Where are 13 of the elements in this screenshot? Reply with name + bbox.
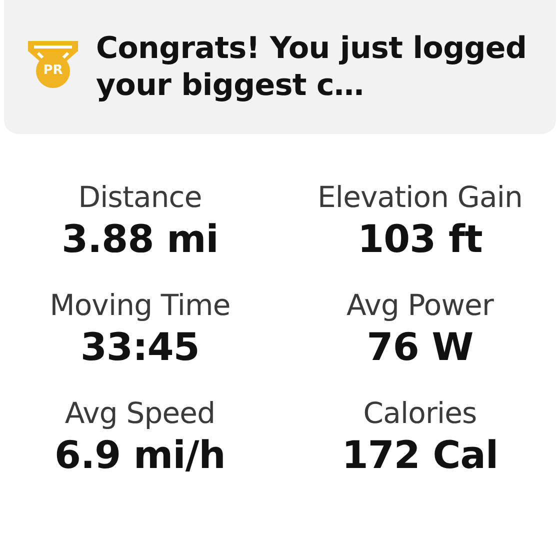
stat-value: 172 Cal xyxy=(340,432,500,480)
stat-label: Distance xyxy=(77,180,203,215)
stat-value: 33:45 xyxy=(80,324,200,371)
stat-label: Elevation Gain xyxy=(316,180,524,215)
stat-value: 103 ft xyxy=(356,216,484,263)
stat-value: 76 W xyxy=(366,324,474,371)
stat-label: Avg Speed xyxy=(64,396,216,432)
stat-label: Moving Time xyxy=(48,288,232,323)
stat-value: 6.9 mi/h xyxy=(54,432,226,480)
stat-label: Avg Power xyxy=(345,288,495,323)
stat-value: 3.88 mi xyxy=(60,216,220,263)
congrats-message: Congrats! You just logged your biggest c… xyxy=(96,30,528,104)
stat-label: Calories xyxy=(362,396,478,432)
